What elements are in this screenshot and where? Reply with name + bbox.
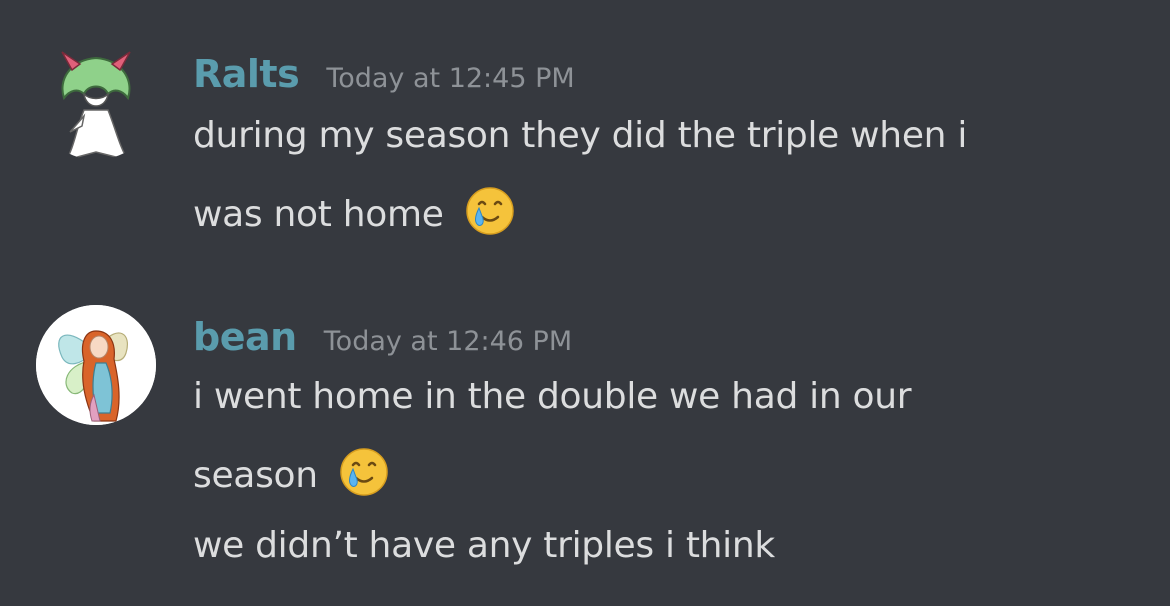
chat-message-list: Ralts Today at 12:45 PM during my season… xyxy=(0,0,1170,606)
timestamp[interactable]: Today at 12:46 PM xyxy=(324,326,572,357)
timestamp[interactable]: Today at 12:45 PM xyxy=(326,63,574,94)
message-header: Ralts Today at 12:45 PM xyxy=(193,52,575,96)
message-line: season xyxy=(193,455,318,496)
username[interactable]: bean xyxy=(193,315,297,359)
message-text: was not home xyxy=(193,186,515,236)
message-line: i went home in the double we had in our xyxy=(193,376,912,417)
message-header: bean Today at 12:46 PM xyxy=(193,315,572,359)
message-line: we didn’t have any triples i think xyxy=(193,525,775,566)
smiling-face-with-tear-icon[interactable] xyxy=(465,186,515,236)
message-text: season xyxy=(193,447,389,497)
message-text: i went home in the double we had in our xyxy=(193,376,912,417)
avatar[interactable] xyxy=(36,305,156,425)
message-text: we didn’t have any triples i think xyxy=(193,525,775,566)
message-line: during my season they did the triple whe… xyxy=(193,115,968,156)
ralts-avatar-icon xyxy=(61,51,131,160)
message-line: was not home xyxy=(193,194,444,235)
smiling-face-with-tear-icon[interactable] xyxy=(339,447,389,497)
username[interactable]: Ralts xyxy=(193,52,300,96)
avatar[interactable] xyxy=(36,40,156,160)
message-text: during my season they did the triple whe… xyxy=(193,115,967,156)
fairy-avatar-icon xyxy=(36,305,156,425)
